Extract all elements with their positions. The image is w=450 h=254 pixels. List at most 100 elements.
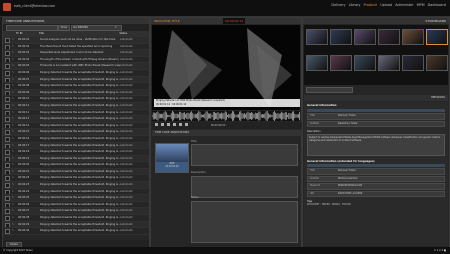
audio-waveform[interactable] — [151, 110, 300, 122]
metadata-row[interactable]: Subtitle Whizz production — [307, 175, 445, 182]
row-checkbox[interactable] — [5, 70, 10, 76]
row-checkbox[interactable] — [5, 44, 10, 50]
row-checkbox[interactable] — [5, 57, 10, 63]
table-row[interactable]: ✎ 00:00:28 Ringing detected towards the ac… — [3, 215, 149, 222]
row-checkbox[interactable] — [5, 117, 10, 122]
annotations-search-input[interactable] — [6, 25, 58, 31]
table-row[interactable]: ✎ 00:00:12 Ringing detected towards the ac… — [3, 110, 149, 117]
table-row[interactable]: ✎ 00:00:22 Ringing detected towards the ac… — [3, 175, 149, 183]
table-row[interactable]: ✎ 00:00:09 Ringing detected towards the ac… — [3, 89, 149, 97]
row-checkbox[interactable] — [5, 229, 10, 234]
row-checkbox[interactable] — [5, 136, 10, 142]
table-row[interactable]: ✎ 00:00:21 Ringing detected towards the ac… — [3, 168, 149, 176]
storyboard-thumbnail[interactable] — [330, 29, 352, 45]
app-logo[interactable] — [3, 3, 11, 11]
table-row[interactable]: ✎ 00:00:11 Ringing detected towards the ac… — [3, 102, 149, 110]
table-row[interactable]: ✎ 00:00:03 Sequential level adjustment cou… — [3, 50, 149, 57]
row-checkbox[interactable] — [5, 169, 10, 175]
row-checkbox[interactable] — [5, 97, 10, 102]
row-checkbox[interactable] — [5, 196, 10, 201]
tags-value[interactable]: DISCOVERY ; TINKER ; DRAMA ; FICTION — [304, 203, 448, 206]
table-row[interactable]: ✎ 00:00:14 Ringing detected towards the ac… — [3, 123, 149, 130]
nav-produce[interactable]: Produce — [364, 3, 378, 7]
table-row[interactable]: ✎ 00:00:01 Sound analysis could not be don… — [3, 37, 149, 44]
storyboard-thumbnail[interactable] — [426, 55, 448, 71]
metadata-row[interactable]: Subtitle Kwanzhou Tinker — [307, 120, 445, 127]
video-viewport[interactable]: Ringing detected at 1TBS Photo Planet (R… — [152, 25, 300, 110]
table-row[interactable]: ✎ 00:00:10 Ringing detected towards the ac… — [3, 96, 149, 103]
row-checkbox[interactable] — [5, 51, 10, 56]
table-row[interactable]: ✎ 00:00:30 Ringing detected towards the ac… — [3, 228, 149, 235]
metadata-row[interactable]: Title Discover Tinker — [307, 113, 445, 120]
row-checkbox[interactable] — [5, 103, 10, 109]
row-checkbox[interactable] — [5, 150, 10, 155]
stop-icon[interactable] — [166, 123, 170, 126]
user-email[interactable]: ewb_client@teleview.com — [14, 4, 55, 8]
storyboard-thumbnail[interactable] — [378, 29, 400, 45]
volume-icon[interactable] — [184, 123, 188, 126]
table-row[interactable]: ✎ 00:00:16 Ringing detected towards the ac… — [3, 136, 149, 143]
table-row[interactable]: ✎ 00:00:29 Ringing detected towards the ac… — [3, 221, 149, 229]
storyboard-search-input[interactable] — [306, 87, 353, 93]
annotation-title-field[interactable] — [191, 144, 298, 166]
row-checkbox[interactable] — [5, 183, 10, 188]
table-row[interactable]: ✎ 00:00:19 Ringing detected towards the ac… — [3, 155, 149, 163]
storyboard-thumbnail[interactable] — [306, 55, 328, 71]
row-checkbox[interactable] — [5, 202, 10, 208]
table-row[interactable]: ✎ 00:00:05 Timecode is inconsistent with U… — [3, 63, 149, 70]
row-checkbox[interactable] — [5, 90, 10, 96]
description-field[interactable]: Subject to reading Independent Media Ass… — [307, 134, 445, 156]
table-row[interactable]: ✎ 00:00:07 Ringing detected towards the ac… — [3, 76, 149, 84]
row-checkbox[interactable] — [5, 84, 10, 89]
row-checkbox[interactable] — [5, 64, 10, 70]
row-checkbox[interactable] — [5, 77, 10, 83]
table-row[interactable]: ✎ 00:00:24 Ringing detected towards the ac… — [3, 189, 149, 196]
storyboard-thumbnail[interactable] — [330, 55, 352, 71]
storyboard-thumbnail[interactable] — [306, 29, 328, 45]
table-row[interactable]: ✎ 00:00:06 Ringing detected towards the ac… — [3, 70, 149, 77]
nav-delivery[interactable]: Delivery — [331, 3, 345, 7]
row-checkbox[interactable] — [5, 110, 10, 116]
tab-metadata[interactable]: METADATA — [431, 95, 445, 101]
filter-show-button[interactable]: Show — [58, 25, 70, 31]
rewind-icon[interactable] — [172, 123, 176, 126]
storyboard-thumbnail[interactable] — [354, 29, 376, 45]
row-checkbox[interactable] — [5, 176, 10, 182]
annotation-description-field[interactable] — [191, 176, 298, 198]
nav-upload[interactable]: Upload — [380, 3, 392, 7]
row-checkbox[interactable] — [5, 143, 10, 149]
forward-icon[interactable] — [178, 123, 182, 126]
table-row[interactable]: ✎ 00:00:25 Ringing detected towards the ac… — [3, 195, 149, 202]
metadata-row[interactable]: Title Discover Tinker — [307, 168, 445, 175]
table-row[interactable]: ✎ 00:00:27 Ringing detected towards the ac… — [3, 208, 149, 216]
row-checkbox[interactable] — [5, 209, 10, 215]
nav-administer[interactable]: Administer — [395, 3, 413, 7]
row-checkbox[interactable] — [5, 222, 10, 228]
table-row[interactable]: ✎ 00:00:18 Ringing detected towards the ac… — [3, 149, 149, 156]
chevron-down-icon[interactable]: ▾ — [115, 25, 117, 29]
nav-dashboard[interactable]: Dashboard — [428, 3, 446, 7]
table-row[interactable]: ✎ 00:00:17 Ringing detected towards the ac… — [3, 142, 149, 150]
table-row[interactable]: ✎ 00:00:20 Ringing detected towards the ac… — [3, 162, 149, 169]
row-checkbox[interactable] — [5, 156, 10, 162]
table-row[interactable]: ✎ 00:00:02 The Music/Sound track failed th… — [3, 44, 149, 51]
table-row[interactable]: ✎ 00:00:26 Ringing detected towards the ac… — [3, 202, 149, 209]
nav-library[interactable]: Library — [349, 3, 361, 7]
table-row[interactable]: ✎ 00:00:23 Ringing detected towards the ac… — [3, 182, 149, 189]
row-checkbox[interactable] — [5, 123, 10, 129]
pause-icon[interactable] — [160, 123, 164, 126]
storyboard-thumbnail[interactable] — [402, 55, 424, 71]
storyboard-thumbnail[interactable] — [426, 29, 448, 45]
table-row[interactable]: ✎ 00:00:15 Ringing detected towards the ac… — [3, 129, 149, 136]
annotation-notes-field[interactable] — [191, 201, 298, 243]
storyboard-thumbnail[interactable] — [354, 55, 376, 71]
metadata-row[interactable]: Media ID MAR04530S2014-M4 — [307, 183, 445, 190]
storyboard-thumbnail[interactable] — [402, 29, 424, 45]
play-icon[interactable] — [155, 123, 158, 126]
table-row[interactable]: ✎ 00:00:04 The length of the stream conten… — [3, 57, 149, 64]
row-checkbox[interactable] — [5, 130, 10, 135]
row-checkbox[interactable] — [5, 216, 10, 221]
storyboard-thumbnail[interactable] — [378, 55, 400, 71]
table-row[interactable]: ✎ 00:00:08 Ringing detected towards the ac… — [3, 83, 149, 90]
row-checkbox[interactable] — [5, 38, 10, 43]
